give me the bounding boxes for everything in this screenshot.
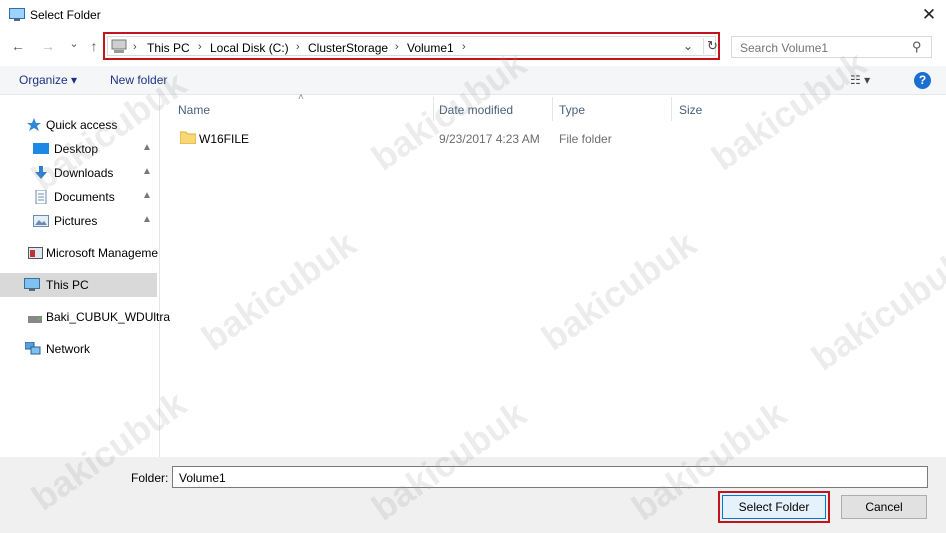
- sidebar-item-quick-access[interactable]: Quick access: [0, 113, 157, 137]
- pin-icon: ▲: [142, 214, 152, 225]
- help-icon[interactable]: ?: [914, 72, 931, 89]
- search-icon[interactable]: ⚲: [912, 39, 922, 55]
- breadcrumb-separator: ›: [133, 41, 137, 53]
- sidebar-item-drive[interactable]: Baki_CUBUK_WDUltra: [0, 305, 170, 329]
- drive-icon: [28, 316, 42, 323]
- search-box[interactable]: ⚲: [731, 36, 932, 58]
- pin-icon: ▲: [142, 142, 152, 153]
- sidebar-item-pictures[interactable]: Pictures ▲: [0, 209, 157, 233]
- address-bar[interactable]: › This PC › Local Disk (C:) › ClusterSto…: [103, 32, 720, 60]
- column-divider[interactable]: [433, 97, 434, 121]
- network-icon: [25, 342, 41, 355]
- sidebar-item-label: Network: [46, 342, 91, 356]
- address-dropdown-button[interactable]: ⌄: [683, 39, 693, 53]
- forward-button[interactable]: →: [40, 38, 56, 54]
- breadcrumb-this-pc[interactable]: This PC: [147, 41, 190, 55]
- sidebar-item-label: Microsoft Manageme: [46, 246, 159, 260]
- sidebar-item-label: Quick access: [46, 118, 118, 132]
- sidebar-item-label: Documents: [54, 190, 115, 204]
- sidebar-item-this-pc[interactable]: This PC: [0, 273, 157, 297]
- back-button[interactable]: ←: [10, 38, 26, 54]
- desktop-icon: [33, 143, 49, 154]
- sidebar-item-label: Baki_CUBUK_WDUltra: [46, 310, 171, 324]
- sidebar-item-microsoft-management[interactable]: Microsoft Manageme: [0, 241, 159, 265]
- file-name: W16FILE: [199, 132, 250, 146]
- window-title: Select Folder: [30, 8, 101, 22]
- sort-ascending-icon: ˄: [298, 92, 304, 103]
- document-icon: [35, 190, 47, 204]
- breadcrumb-separator[interactable]: ›: [395, 41, 399, 53]
- view-options-button[interactable]: ☷ ▾: [850, 73, 870, 87]
- watermark-logo: bakicubuk: [704, 42, 874, 179]
- refresh-button[interactable]: ↻: [703, 38, 718, 54]
- close-button[interactable]: ✕: [916, 4, 942, 28]
- folder-icon: [180, 131, 196, 144]
- sidebar-item-label: Desktop: [54, 142, 99, 156]
- folder-input[interactable]: [177, 470, 921, 486]
- breadcrumb-clusterstorage[interactable]: ClusterStorage: [308, 41, 388, 55]
- breadcrumb-volume1[interactable]: Volume1: [407, 41, 454, 55]
- breadcrumb-local-disk[interactable]: Local Disk (C:): [210, 41, 289, 55]
- sidebar-item-downloads[interactable]: Downloads ▲: [0, 161, 157, 185]
- sidebar-item-desktop[interactable]: Desktop ▲: [0, 137, 157, 161]
- watermark-logo: bakicubuk: [534, 222, 704, 359]
- up-button[interactable]: ↑: [86, 38, 102, 54]
- sidebar-item-label: Pictures: [54, 214, 98, 228]
- folder-label: Folder:: [131, 471, 169, 485]
- watermark-logo: bakicubuk: [804, 242, 946, 379]
- select-folder-button[interactable]: Select Folder: [722, 495, 826, 519]
- select-folder-highlight: Select Folder: [718, 491, 830, 523]
- file-type: File folder: [559, 132, 612, 146]
- sidebar-item-documents[interactable]: Documents ▲: [0, 185, 157, 209]
- column-header-date[interactable]: Date modified: [439, 103, 513, 117]
- pin-icon: ▲: [142, 166, 152, 177]
- column-header-type[interactable]: Type: [559, 103, 585, 117]
- breadcrumb-separator[interactable]: ›: [296, 41, 300, 53]
- column-header-size[interactable]: Size: [679, 103, 702, 117]
- recent-locations-button[interactable]: ⌄: [66, 37, 82, 50]
- sidebar-item-network[interactable]: Network: [0, 337, 157, 361]
- this-pc-icon: [111, 39, 127, 53]
- sidebar-item-label: This PC: [46, 278, 89, 292]
- organize-button[interactable]: Organize ▾: [19, 73, 77, 87]
- breadcrumb-separator[interactable]: ›: [462, 41, 466, 53]
- management-console-icon: [28, 247, 43, 259]
- title-bar: Select Folder ✕: [0, 0, 946, 32]
- sidebar-item-label: Downloads: [54, 166, 114, 180]
- pictures-icon: [33, 215, 49, 227]
- cancel-button[interactable]: Cancel: [841, 495, 927, 519]
- pin-icon: ▲: [142, 190, 152, 201]
- new-folder-button[interactable]: New folder: [110, 73, 167, 87]
- breadcrumb-separator[interactable]: ›: [198, 41, 202, 53]
- computer-icon: [24, 278, 40, 291]
- search-input[interactable]: [738, 40, 912, 56]
- column-divider[interactable]: [671, 97, 672, 121]
- watermark-logo: bakicubuk: [194, 222, 364, 359]
- file-date: 9/23/2017 4:23 AM: [439, 132, 540, 146]
- column-header-name[interactable]: Name: [178, 103, 210, 117]
- folder-field[interactable]: [172, 466, 928, 488]
- download-arrow-icon: [35, 166, 47, 179]
- column-divider[interactable]: [552, 97, 553, 121]
- window-icon: [9, 8, 25, 21]
- star-icon: [27, 118, 41, 131]
